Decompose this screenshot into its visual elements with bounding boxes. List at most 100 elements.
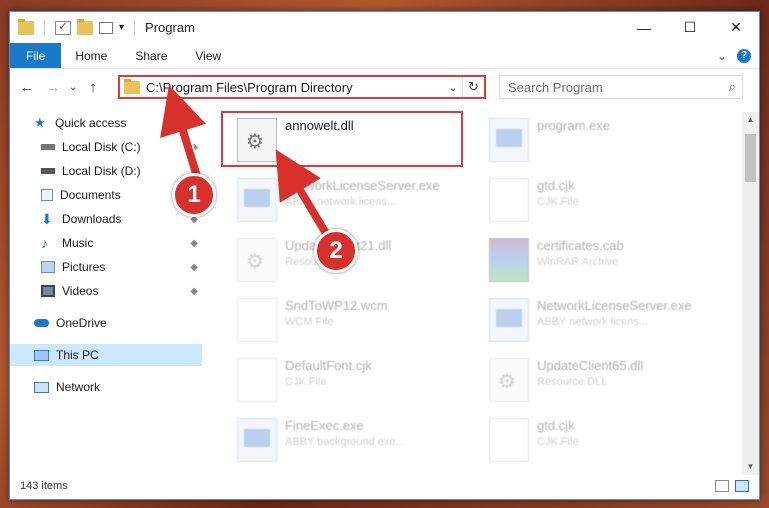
navigation-pane: ★ Quick access Local Disk (C:) ◆ Local D… [10,112,202,472]
tiles-view-icon[interactable] [735,480,749,492]
sidebar-item-label: Videos [62,284,99,298]
minimize-button[interactable]: — [621,12,667,43]
folder-icon[interactable] [18,18,34,35]
tab-share[interactable]: Share [121,43,181,68]
pin-icon[interactable]: ◆ [190,262,198,273]
item-count: 143 items [20,480,68,492]
sidebar-item-label: Music [62,236,94,250]
file-highlight-box [221,111,463,167]
file-name: UpdateClient65.dll [537,358,644,373]
tab-home[interactable]: Home [61,43,121,68]
pictures-icon [41,261,55,273]
pin-icon[interactable]: ◆ [190,238,198,249]
file-name: NetworkLicenseServer.exe [537,298,692,313]
sidebar-item-quick-access[interactable]: ★ Quick access [10,112,202,134]
file-name: gtd.cjk [537,418,575,433]
videos-icon [41,285,55,297]
address-bar[interactable]: C:\Program Files\Program Directory ⌄ ↻ [118,75,486,99]
folder-icon [124,78,140,94]
divider [44,19,45,36]
file-tile[interactable]: FineExec.exe ABBY background exe... [231,415,471,465]
file-type: CJK File [537,436,579,448]
drive-icon [41,168,55,174]
navigation-bar: ← → ⌄ ↑ C:\Program Files\Program Directo… [10,72,759,102]
maximize-button[interactable]: ☐ [667,12,713,43]
refresh-button[interactable]: ↻ [462,77,484,97]
search-icon[interactable]: ⌕ [729,79,736,95]
document-icon [489,178,529,222]
search-placeholder: Search Program [508,79,603,95]
file-tile[interactable]: gtd.cjk CJK File [483,415,723,465]
ribbon-right: ⌄ ? [717,43,759,68]
file-explorer-window: ▾ Program — ☐ ✕ File Home Share View ⌄ ?… [9,11,760,500]
file-type: CJK File [285,376,327,388]
pin-icon[interactable]: ◆ [190,142,198,153]
drive-icon [41,144,55,150]
file-tile[interactable]: SndToWP12.wcm WCM File [231,295,471,345]
exe-icon [489,298,529,342]
file-tile[interactable]: NetworkLicenseServer.exe ABBY network li… [483,295,723,345]
cloud-icon [34,319,49,327]
file-type: WinRAR Archive [537,256,619,268]
sidebar-item-label: This PC [56,348,99,362]
sidebar-item-network[interactable]: Network [10,376,202,398]
vertical-scrollbar[interactable]: ▲ ▼ [742,112,759,475]
file-tile[interactable]: program.exe [483,115,723,165]
title-bar: ▾ Program — ☐ ✕ [10,12,759,43]
file-tile[interactable]: UpdateClient65.dll Resource DLL [483,355,723,405]
close-button[interactable]: ✕ [713,12,759,43]
pin-icon[interactable]: ◆ [190,286,198,297]
status-bar: 143 items [10,473,759,499]
computer-icon [34,349,49,361]
forward-button[interactable]: → [40,79,66,96]
sidebar-item-onedrive[interactable]: OneDrive [10,312,202,334]
sidebar-item-label: Local Disk (D:) [62,164,141,178]
scrollbar-thumb[interactable] [745,134,756,182]
file-tile[interactable]: gtd.cjk CJK File [483,175,723,225]
up-button[interactable]: ↑ [80,79,106,96]
tab-view[interactable]: View [181,43,235,68]
customize-icon[interactable] [99,21,113,34]
tab-file[interactable]: File [10,43,62,68]
music-icon: ♪ [41,235,48,251]
sidebar-item-label: OneDrive [56,316,107,330]
chevron-down-icon[interactable]: ⌄ [444,81,462,94]
sidebar-item-pictures[interactable]: Pictures ◆ [10,256,202,278]
file-type: ABBY background exe... [285,436,405,448]
sidebar-item-music[interactable]: ♪ Music ◆ [10,232,202,254]
chevron-down-icon[interactable]: ▾ [119,22,124,33]
callout-badge-1: 1 [172,173,216,217]
sidebar-item-downloads[interactable]: ⬇ Downloads ◆ [10,208,202,230]
address-path[interactable]: C:\Program Files\Program Directory [146,80,444,95]
quick-access-toolbar: ▾ [10,18,139,36]
recent-locations-button[interactable]: ⌄ [66,82,80,93]
file-type: ABBY network licens... [537,316,649,328]
document-icon [237,358,277,402]
scroll-up-icon[interactable]: ▲ [742,112,759,128]
sidebar-item-local-disk-c[interactable]: Local Disk (C:) ◆ [10,136,202,158]
ribbon-tabs: File Home Share View ⌄ ? [10,43,759,69]
properties-icon[interactable] [55,19,71,35]
file-type: Resource DLL [537,376,608,388]
sidebar-item-local-disk-d[interactable]: Local Disk (D:) ◆ [10,160,202,182]
file-name: gtd.cjk [537,178,575,193]
view-toggle [715,480,749,492]
file-tile[interactable]: DefaultFont.cjk CJK File [231,355,471,405]
exe-icon [237,178,277,222]
download-icon: ⬇ [41,211,53,227]
help-icon[interactable]: ? [737,48,751,63]
file-name: certificates.cab [537,238,624,253]
expand-ribbon-icon[interactable]: ⌄ [717,49,727,63]
new-folder-icon[interactable] [77,18,93,35]
sidebar-item-videos[interactable]: Videos ◆ [10,280,202,302]
details-view-icon[interactable] [715,480,729,492]
sidebar-item-this-pc[interactable]: This PC [10,344,202,366]
exe-icon [489,118,529,162]
file-tile[interactable]: certificates.cab WinRAR Archive [483,235,723,285]
file-tile[interactable]: NetworkLicenseServer.exe ABBY network li… [231,175,471,225]
file-type: WCM File [285,316,334,328]
sidebar-item-label: Network [56,380,101,394]
sidebar-item-label: Quick access [55,116,127,130]
search-input[interactable]: Search Program ⌕ [499,75,743,99]
back-button[interactable]: ← [14,79,40,96]
